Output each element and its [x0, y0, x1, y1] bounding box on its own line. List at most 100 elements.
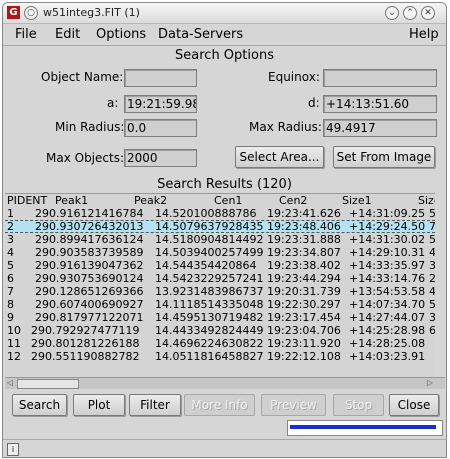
table-cell: 19:23:44.294: [267, 272, 341, 285]
table-row[interactable]: 4 290.903583739589 14.5039400257499 19:23:3…: [5, 246, 435, 259]
window-menu-icon[interactable]: ○: [24, 6, 38, 20]
table-cell: +14:31:09.25: [349, 207, 426, 220]
column-header[interactable]: Size1: [342, 194, 372, 207]
table-cell: 5: [7, 259, 14, 272]
preview-button[interactable]: Preview: [261, 394, 326, 416]
progress-fill: [290, 425, 436, 429]
table-cell: 290.903583739589: [35, 246, 144, 259]
scroll-right-icon[interactable]: ▷: [425, 378, 435, 388]
table-cell: 19:23:48.406: [267, 220, 341, 233]
search-button[interactable]: Search: [12, 394, 67, 416]
info-icon[interactable]: i: [7, 443, 19, 456]
table-row[interactable]: 2 290.930726432013 14.5079637928435 19:23:4…: [5, 220, 435, 233]
table-cell: 290.899417636124: [35, 233, 144, 246]
table-row[interactable]: 11 290.801281226188 14.4696224630822 19:23:…: [5, 337, 435, 350]
table-cell: 290.930753690124: [35, 272, 144, 285]
table-cell: +14:31:30.02: [349, 233, 426, 246]
table-cell: 2: [7, 220, 14, 233]
min-radius-label: Min Radius:: [55, 120, 125, 134]
menu-help[interactable]: Help: [409, 27, 439, 42]
table-cell: 14.5039400257499: [155, 246, 264, 259]
table-row[interactable]: 3 290.899417636124 14.5180904814492 19:23:3…: [5, 233, 435, 246]
table-cell: 290.128651269366: [35, 285, 144, 298]
title-bar[interactable]: G ○ w51integ3.FIT (1) ⌄ ⌃ ✕: [3, 3, 446, 24]
column-header[interactable]: PIDENT: [7, 194, 47, 207]
preview-label: Preview: [270, 398, 317, 412]
table-cell: 4: [429, 246, 435, 259]
table-cell: 14.520100888786: [155, 207, 257, 220]
table-cell: 4: [429, 285, 435, 298]
table-cell: 14.5079637928435: [155, 220, 264, 233]
column-header[interactable]: Peak1: [55, 194, 88, 207]
table-cell: 3: [7, 233, 14, 246]
catalog-window: G ○ w51integ3.FIT (1) ⌄ ⌃ ✕ File Edit Op…: [2, 2, 447, 458]
menu-file[interactable]: File: [15, 27, 37, 42]
ra-field[interactable]: 19:21:59.986: [124, 95, 197, 113]
table-cell: 4: [7, 246, 14, 259]
set-from-image-button[interactable]: Set From Image: [333, 146, 435, 168]
table-cell: 2: [429, 272, 435, 285]
table-row[interactable]: 7 290.128651269366 13.9231483986737 19:20:3…: [5, 285, 435, 298]
table-cell: 5: [429, 298, 435, 311]
table-cell: +14:07:34.70: [349, 298, 426, 311]
table-cell: 14.5180904814492: [155, 233, 264, 246]
table-row[interactable]: 10 290.792927477119 14.4433492824449 19:23:…: [5, 324, 435, 337]
table-row[interactable]: 8 290.607400690927 14.1118514335048 19:22:3…: [5, 298, 435, 311]
table-row[interactable]: 12 290.551190882782 14.0511816458827 19:22:…: [5, 350, 435, 363]
results-table[interactable]: PIDENT Peak1 Peak2 Cen1 Cen2 Size1 Size …: [5, 193, 435, 378]
more-info-button[interactable]: More Info: [184, 394, 255, 416]
table-cell: +14:33:14.76: [349, 272, 426, 285]
table-cell: 3: [429, 311, 435, 324]
a-label: a:: [107, 96, 119, 110]
table-row[interactable]: 9 290.817977122071 14.4595130719482 19:23:1…: [5, 311, 435, 324]
table-cell: 7: [7, 285, 14, 298]
menu-options[interactable]: Options: [96, 27, 146, 42]
table-row[interactable]: 6 290.930753690124 14.5423229257241 19:23:4…: [5, 272, 435, 285]
stop-button[interactable]: Stop: [333, 394, 384, 416]
table-cell: +13:54:53.58: [349, 285, 426, 298]
equinox-field[interactable]: [323, 69, 437, 87]
table-cell: 19:20:31.739: [267, 285, 341, 298]
table-cell: 6: [7, 272, 14, 285]
scroll-left-icon[interactable]: ◁: [5, 378, 15, 388]
table-cell: 10: [7, 324, 21, 337]
search-results-title: Search Results (120): [157, 177, 292, 192]
table-cell: 5: [429, 233, 435, 246]
max-objects-field[interactable]: 2000: [124, 149, 197, 167]
table-cell: 290.817977122071: [35, 311, 144, 324]
table-cell: +14:25:28.98: [349, 324, 426, 337]
table-cell: 1: [7, 207, 14, 220]
table-cell: 290.930726432013: [35, 220, 144, 233]
progress-bar: [287, 420, 443, 436]
column-header[interactable]: Peak2: [134, 194, 167, 207]
menu-data-servers[interactable]: Data-Servers: [158, 27, 243, 42]
horizontal-scrollbar[interactable]: ◁ ▷: [5, 377, 445, 389]
table-cell: 290.551190882782: [31, 350, 140, 363]
close-icon[interactable]: ✕: [421, 6, 435, 20]
max-radius-field[interactable]: 49.4917: [323, 119, 437, 137]
table-row[interactable]: 5 290.916139047362 14.544354420864 19:23:38…: [5, 259, 435, 272]
select-area-button[interactable]: Select Area...: [235, 146, 324, 168]
menu-edit[interactable]: Edit: [55, 27, 80, 42]
minimize-icon[interactable]: ⌄: [385, 6, 399, 20]
table-cell: +14:29:24.50: [349, 220, 426, 233]
column-header[interactable]: Size: [418, 194, 435, 207]
object-name-label: Object Name:: [41, 70, 124, 84]
maximize-icon[interactable]: ⌃: [403, 6, 417, 20]
table-cell: 19:23:31.888: [267, 233, 341, 246]
min-radius-field[interactable]: 0.0: [124, 119, 197, 137]
dec-field[interactable]: +14:13:51.60: [323, 95, 437, 113]
table-cell: 19:23:41.626: [267, 207, 341, 220]
column-header[interactable]: Cen1: [214, 194, 242, 207]
table-cell: 290.916139047362: [35, 259, 144, 272]
table-cell: 14.0511816458827: [155, 350, 264, 363]
column-header[interactable]: Cen2: [279, 194, 307, 207]
app-icon: G: [7, 6, 20, 19]
table-row[interactable]: 1 290.916121416784 14.520100888786 19:23:41…: [5, 207, 435, 220]
close-button[interactable]: Close: [389, 394, 439, 416]
table-cell: 5: [429, 207, 435, 220]
object-name-field[interactable]: [124, 69, 197, 87]
filter-button[interactable]: Filter: [129, 394, 181, 416]
scrollbar-thumb[interactable]: [17, 379, 79, 389]
plot-button[interactable]: Plot: [73, 394, 125, 416]
